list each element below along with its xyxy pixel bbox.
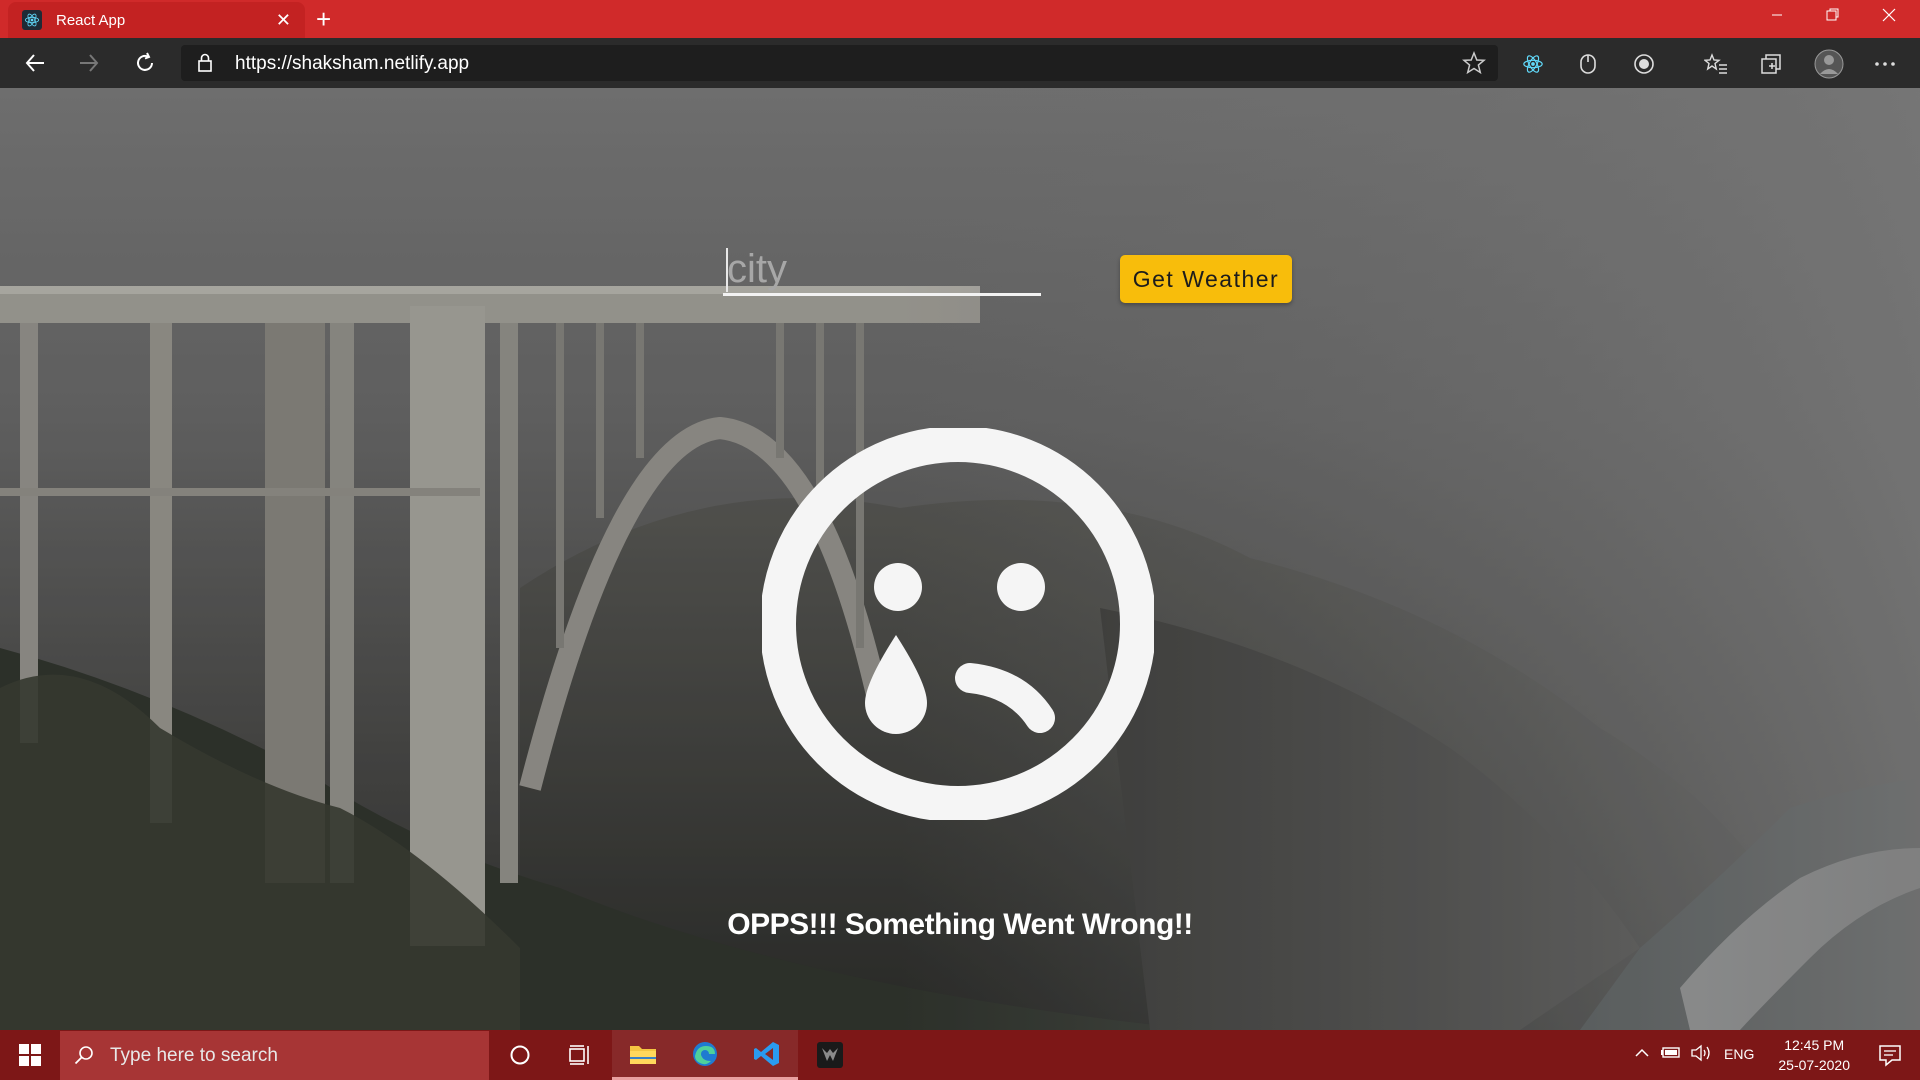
clock-time: 12:45 PM (1784, 1037, 1845, 1053)
task-view-icon[interactable] (549, 1030, 611, 1080)
language-indicator[interactable]: ENG (1724, 1046, 1754, 1062)
record-extension-icon[interactable] (1630, 50, 1658, 78)
mouse-extension-icon[interactable] (1574, 50, 1602, 78)
browser-tab[interactable]: React App ✕ (8, 2, 305, 38)
browser-toolbar: https://shaksham.netlify.app (0, 38, 1920, 88)
search-icon (74, 1045, 94, 1070)
volume-icon[interactable] (1690, 1044, 1712, 1065)
chevron-up-icon[interactable] (1634, 1045, 1650, 1064)
more-menu-icon[interactable] (1871, 50, 1899, 78)
forward-icon[interactable] (72, 48, 106, 78)
sad-face-icon (762, 428, 1154, 820)
taskbar-search-box[interactable]: Type here to search (60, 1031, 489, 1080)
edge-icon[interactable] (674, 1030, 736, 1080)
star-icon[interactable] (1462, 50, 1486, 80)
restore-icon[interactable] (1806, 0, 1860, 30)
error-message: OPPS!!! Something Went Wrong!! (727, 908, 1193, 941)
city-input[interactable] (723, 240, 1041, 296)
windows-taskbar: Type here to search ENG 12:45 PM 25-07-2… (0, 1030, 1920, 1080)
weather-app-page: Get Weather OPPS!!! Something Went Wrong… (0, 88, 1920, 1030)
search-placeholder: Type here to search (110, 1044, 278, 1066)
profile-avatar[interactable] (1813, 48, 1845, 80)
address-bar[interactable]: https://shaksham.netlify.app (181, 45, 1498, 81)
clock-date: 25-07-2020 (1778, 1057, 1850, 1073)
minimize-icon[interactable] (1750, 0, 1804, 30)
url-text: https://shaksham.netlify.app (235, 53, 470, 74)
text-cursor (726, 248, 728, 292)
collections-icon[interactable] (1757, 50, 1785, 78)
new-tab-icon[interactable]: + (316, 4, 331, 34)
lock-icon (197, 53, 213, 78)
refresh-icon[interactable] (128, 48, 162, 78)
get-weather-button[interactable]: Get Weather (1120, 255, 1292, 303)
react-icon (22, 10, 42, 30)
battery-icon[interactable] (1660, 1045, 1682, 1064)
file-explorer-icon[interactable] (612, 1030, 674, 1080)
vscode-icon[interactable] (736, 1030, 798, 1080)
system-clock[interactable]: 12:45 PM 25-07-2020 (1778, 1035, 1850, 1075)
close-window-icon[interactable] (1862, 0, 1916, 30)
favorites-icon[interactable] (1702, 50, 1730, 78)
back-icon[interactable] (18, 48, 52, 78)
windows-logo-icon[interactable] (0, 1030, 60, 1080)
tab-title: React App (56, 11, 126, 29)
close-tab-icon[interactable]: ✕ (276, 10, 291, 30)
notification-icon[interactable] (1878, 1043, 1902, 1072)
browser-title-bar: React App ✕ + (0, 0, 1920, 38)
react-devtools-icon[interactable] (1519, 50, 1547, 78)
cortana-icon[interactable] (489, 1030, 551, 1080)
predator-icon[interactable] (799, 1030, 861, 1080)
